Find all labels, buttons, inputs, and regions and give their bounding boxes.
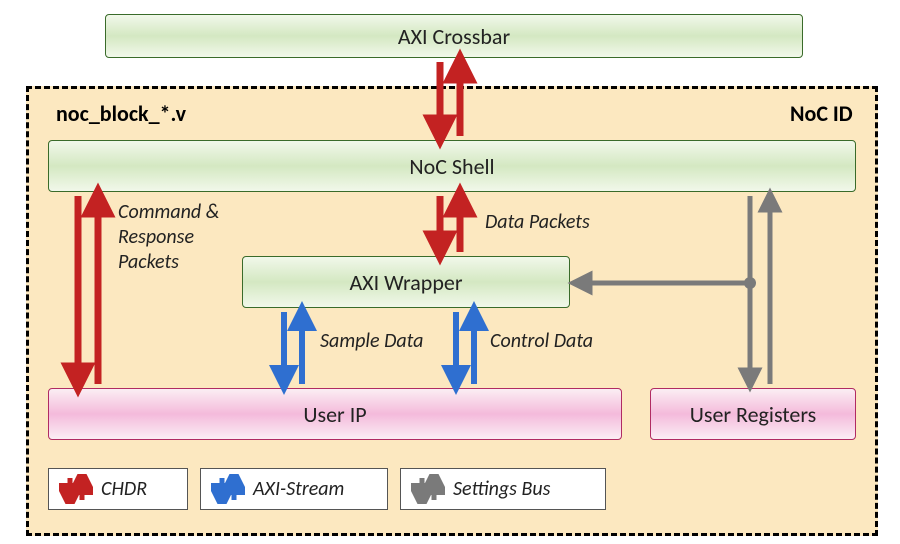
user-ip-block: User IP	[48, 388, 622, 440]
noc-id-label: NoC ID	[790, 100, 853, 127]
noc-shell-label: NoC Shell	[409, 153, 494, 180]
arrow-pair-blue-icon	[211, 474, 245, 504]
noc-shell-block: NoC Shell	[48, 140, 856, 192]
axi-crossbar-block: AXI Crossbar	[105, 14, 803, 58]
axi-wrapper-label: AXI Wrapper	[349, 269, 462, 296]
legend-chdr-label: CHDR	[101, 477, 147, 501]
noc-block-filename: noc_block_*.v	[56, 100, 186, 127]
user-registers-label: User Registers	[690, 401, 817, 428]
arrow-pair-red-icon	[59, 474, 93, 504]
axi-wrapper-block: AXI Wrapper	[242, 256, 570, 308]
legend-axi-stream-label: AXI-Stream	[253, 477, 344, 501]
axi-crossbar-label: AXI Crossbar	[398, 23, 510, 50]
legend-settings-bus-label: Settings Bus	[453, 477, 550, 501]
user-registers-block: User Registers	[650, 388, 856, 440]
sample-data-label: Sample Data	[320, 329, 423, 354]
diagram-canvas: AXI Crossbar noc_block_*.v NoC ID NoC Sh…	[0, 0, 900, 544]
legend-axi-stream: AXI-Stream	[200, 468, 388, 510]
user-ip-label: User IP	[303, 401, 366, 428]
arrow-pair-gray-icon	[411, 474, 445, 504]
legend-chdr: CHDR	[48, 468, 188, 510]
data-packets-label: Data Packets	[485, 210, 590, 235]
cmd-resp-label: Command & Response Packets	[118, 200, 219, 275]
control-data-label: Control Data	[490, 329, 593, 354]
legend-settings-bus: Settings Bus	[400, 468, 606, 510]
